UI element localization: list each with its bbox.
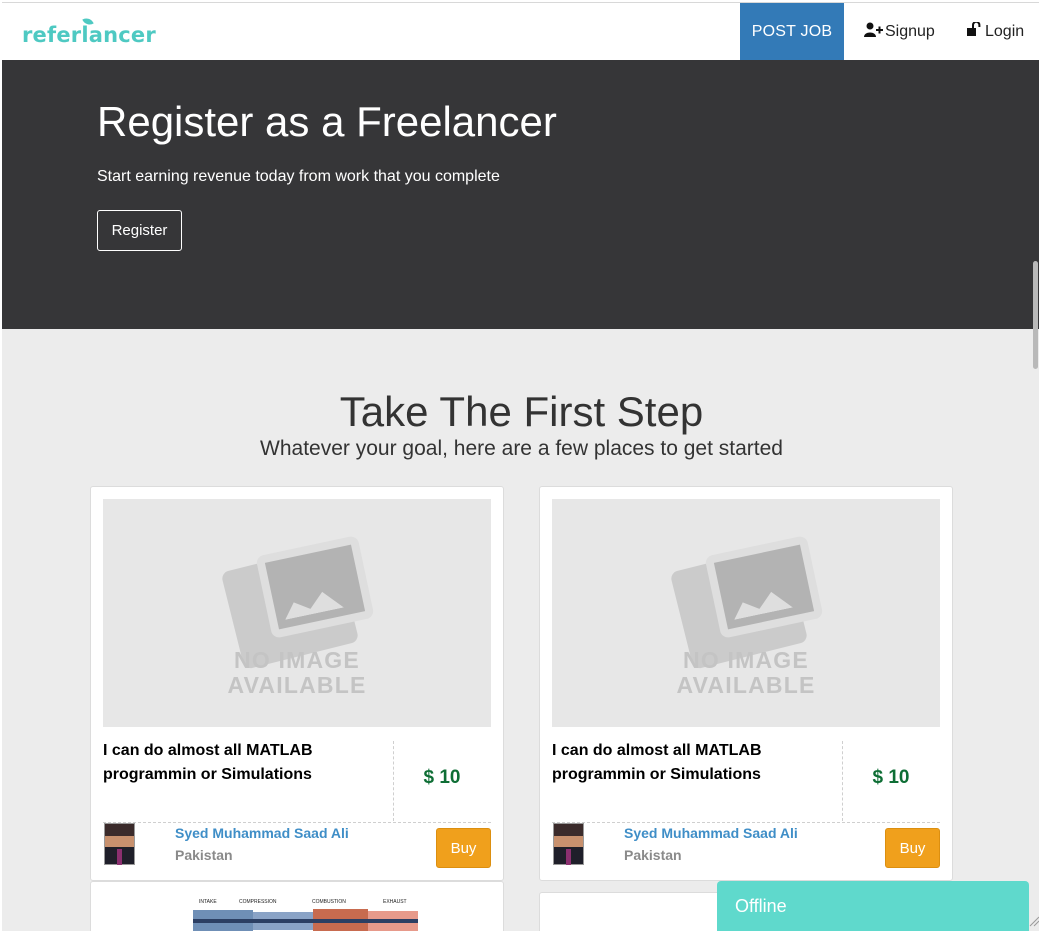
gig-card[interactable]: NO IMAGE AVAILABLE I can do almost all M… [539,486,953,881]
hero-banner: Register as a Freelancer Start earning r… [2,60,1039,329]
section-title: Take The First Step [339,388,704,435]
gig-card[interactable]: INTAKE COMPRESSION COMBUSTION EXHAUST [90,881,504,931]
scrollbar-thumb[interactable] [1033,261,1038,369]
seller-name-link[interactable]: Syed Muhammad Saad Ali [175,825,349,841]
seller-avatar[interactable] [553,823,584,865]
no-image-text: AVAILABLE [676,672,816,698]
chat-status: Offline [735,896,787,916]
login-link[interactable]: Login [967,3,1024,60]
top-navbar: referlancer POST JOB Signup Login [2,3,1039,60]
chat-widget[interactable]: Offline [717,881,1029,931]
gig-price: $ 10 [423,767,461,788]
hero-title: Register as a Freelancer [97,98,557,145]
logo-text: referlancer [22,23,156,47]
gig-card[interactable]: NO IMAGE AVAILABLE I can do almost all M… [90,486,504,881]
engine-label: COMPRESSION [239,899,277,905]
section-subtitle: Whatever your goal, here are a few place… [260,437,783,460]
engine-label: EXHAUST [383,899,407,905]
divider [552,822,940,823]
divider [103,822,491,823]
gig-image[interactable]: NO IMAGE AVAILABLE [103,499,491,727]
user-plus-icon [864,22,883,42]
gig-title[interactable]: I can do almost all MATLAB programmin or… [103,739,387,787]
seller-name-link[interactable]: Syed Muhammad Saad Ali [624,825,798,841]
resize-handle-icon[interactable] [1028,915,1039,927]
gig-price: $ 10 [872,767,910,788]
buy-button[interactable]: Buy [436,828,491,868]
engine-label: INTAKE [199,899,217,905]
gig-image[interactable]: NO IMAGE AVAILABLE [552,499,940,727]
gig-title[interactable]: I can do almost all MATLAB programmin or… [552,739,836,787]
no-image-text: NO IMAGE [683,647,809,673]
site-logo[interactable]: referlancer [22,15,156,47]
no-image-text: NO IMAGE [234,647,360,673]
engine-label: COMBUSTION [312,899,346,905]
buy-button[interactable]: Buy [885,828,940,868]
signup-link[interactable]: Signup [864,3,935,60]
post-job-button[interactable]: POST JOB [740,3,844,60]
unlock-icon [967,20,983,41]
register-button[interactable]: Register [97,210,182,251]
browser-viewport: referlancer POST JOB Signup Login Regist… [2,2,1039,931]
signup-label: Signup [885,22,935,40]
seller-country: Pakistan [624,847,682,863]
hero-subtitle: Start earning revenue today from work th… [97,168,500,185]
login-label: Login [985,22,1025,40]
seller-avatar[interactable] [104,823,135,865]
seller-country: Pakistan [175,847,233,863]
jet-engine-image: INTAKE COMPRESSION COMBUSTION EXHAUST [193,899,418,931]
no-image-text: AVAILABLE [227,672,367,698]
